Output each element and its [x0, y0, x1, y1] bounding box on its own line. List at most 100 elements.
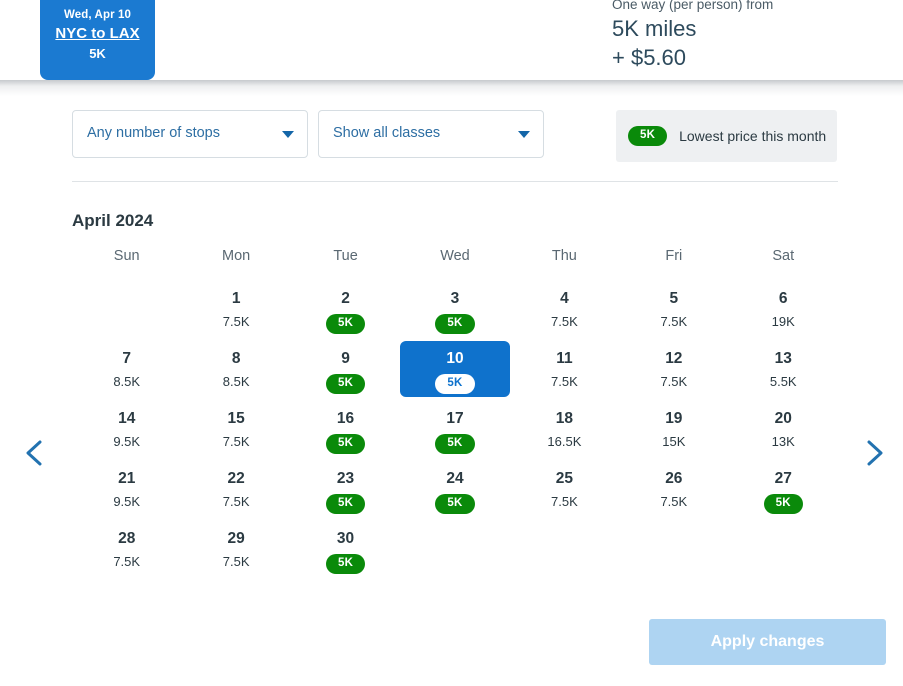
calendar-day-inner[interactable]: 27 5K [728, 461, 838, 517]
flight-leg-date: Wed, Apr 10 [64, 9, 131, 21]
calendar-week-row: 7 8.5K 8 8.5K 9 5K 10 5K 11 7.5K 12 7.5K 13 5.5K [72, 338, 838, 398]
calendar-day-cell[interactable]: 14 9.5K [72, 398, 181, 458]
calendar-day-inner[interactable]: 8 8.5K [181, 341, 291, 397]
calendar-day-cell[interactable]: 9 5K [291, 338, 400, 398]
calendar-day-cell[interactable]: 19 15K [619, 398, 728, 458]
calendar-day-cell[interactable]: 16 5K [291, 398, 400, 458]
calendar-day-cell[interactable]: 24 5K [400, 458, 509, 518]
calendar-day-cell[interactable]: 7 8.5K [72, 338, 181, 398]
calendar-day-inner[interactable]: 14 9.5K [72, 401, 182, 457]
calendar-day-inner [728, 521, 838, 577]
calendar-day-cell[interactable]: 29 7.5K [181, 518, 290, 578]
calendar-day-cell[interactable]: 8 8.5K [181, 338, 290, 398]
apply-changes-button[interactable]: Apply changes [649, 619, 886, 665]
calendar-day-number: 21 [118, 470, 136, 487]
calendar-day-cell[interactable]: 6 19K [729, 278, 838, 338]
calendar-day-inner[interactable]: 2 5K [291, 281, 401, 337]
calendar-day-cell[interactable]: 15 7.5K [181, 398, 290, 458]
calendar-day-price: 15K [662, 434, 686, 449]
calendar-weeks: 1 7.5K 2 5K 3 5K 4 7.5K 5 7.5K 6 19K 7 8.5K 8 8.5K 9 5K 10… [72, 278, 838, 578]
calendar-day-price: 19K [771, 314, 795, 329]
lowest-price-legend: 5K Lowest price this month [616, 110, 837, 162]
calendar-day-cell[interactable]: 5 7.5K [619, 278, 728, 338]
calendar-day-inner[interactable]: 23 5K [291, 461, 401, 517]
lowest-price-pill: 5K [325, 314, 366, 334]
lowest-price-pill: 5K [435, 434, 475, 454]
calendar-day-inner[interactable]: 21 9.5K [72, 461, 182, 517]
calendar-day-cell[interactable]: 28 7.5K [72, 518, 181, 578]
calendar-day-number: 16 [336, 410, 355, 427]
calendar-day-inner[interactable]: 3 5K [400, 281, 510, 337]
calendar-day-price: 7.5K [222, 434, 250, 449]
calendar-day-cell[interactable]: 12 7.5K [619, 338, 728, 398]
calendar-day-inner[interactable]: 24 5K [400, 461, 510, 517]
calendar-day-inner[interactable]: 19 15K [619, 401, 729, 457]
calendar-day-cell[interactable]: 25 7.5K [510, 458, 619, 518]
header-shadow [0, 80, 903, 96]
flight-leg-route-link[interactable]: NYC to LAX [55, 23, 139, 45]
calendar-day-cell[interactable]: 26 7.5K [619, 458, 728, 518]
calendar-day-cell[interactable]: 11 7.5K [510, 338, 619, 398]
calendar-day-cell[interactable]: 17 5K [400, 398, 509, 458]
prev-month-button[interactable] [14, 433, 54, 473]
calendar-day-inner[interactable]: 22 7.5K [181, 461, 291, 517]
calendar-day-inner[interactable]: 12 7.5K [619, 341, 729, 397]
calendar-day-inner[interactable]: 26 7.5K [619, 461, 729, 517]
calendar-day-inner [509, 521, 619, 577]
calendar-day-cell[interactable]: 1 7.5K [181, 278, 290, 338]
calendar-day-cell[interactable]: 10 5K [399, 338, 510, 398]
calendar-day-inner[interactable]: 18 16.5K [509, 401, 619, 457]
cabin-class-select[interactable]: Show all classes [318, 110, 544, 158]
calendar-day-cell[interactable]: 18 16.5K [510, 398, 619, 458]
calendar-day-empty [72, 278, 181, 338]
stops-select[interactable]: Any number of stops [72, 110, 308, 158]
calendar-day-cell[interactable]: 4 7.5K [510, 278, 619, 338]
calendar-day-empty [619, 518, 728, 578]
calendar-day-cell[interactable]: 22 7.5K [181, 458, 290, 518]
lowest-price-pill: 5K [325, 494, 366, 514]
calendar-day-inner[interactable]: 6 19K [728, 281, 838, 337]
calendar-day-inner[interactable]: 15 7.5K [181, 401, 291, 457]
calendar-day-inner[interactable]: 7 8.5K [72, 341, 182, 397]
calendar-weekday-fri: Fri [665, 248, 683, 264]
price-summary: One way (per person) from 5K miles + $5.… [612, 0, 773, 72]
calendar-day-cell[interactable]: 2 5K [291, 278, 400, 338]
calendar-day-inner[interactable]: 11 7.5K [509, 341, 619, 397]
calendar-day-inner[interactable]: 4 7.5K [509, 281, 619, 337]
legend-label: Lowest price this month [679, 128, 827, 144]
calendar-week-row: 14 9.5K 15 7.5K 16 5K 17 5K 18 16.5K 19 15K 20 13K [72, 398, 838, 458]
calendar-day-cell[interactable]: 3 5K [400, 278, 509, 338]
lowest-price-pill: 5K [435, 374, 475, 394]
calendar-day-cell[interactable]: 20 13K [729, 398, 838, 458]
calendar-day-inner[interactable]: 28 7.5K [72, 521, 182, 577]
calendar-day-cell[interactable]: 13 5.5K [729, 338, 838, 398]
calendar-day-price: 5K [291, 313, 401, 334]
chevron-down-icon [518, 131, 530, 138]
calendar-day-empty [729, 518, 838, 578]
flight-header-strip: Wed, Apr 10 NYC to LAX 5K One way (per p… [0, 0, 903, 80]
calendar-day-selected[interactable]: 10 5K [399, 341, 510, 397]
calendar-day-inner[interactable]: 30 5K [291, 521, 401, 577]
calendar-day-inner[interactable]: 20 13K [728, 401, 838, 457]
calendar-day-inner[interactable]: 13 5.5K [728, 341, 838, 397]
calendar-day-inner[interactable]: 5 7.5K [619, 281, 729, 337]
calendar-day-number: 1 [231, 290, 241, 307]
calendar-day-number: 8 [231, 350, 241, 367]
calendar-day-cell[interactable]: 23 5K [291, 458, 400, 518]
calendar-day-inner[interactable]: 9 5K [291, 341, 401, 397]
calendar-day-inner[interactable]: 16 5K [291, 401, 401, 457]
calendar-day-inner[interactable]: 25 7.5K [509, 461, 619, 517]
calendar-day-price: 13K [771, 434, 795, 449]
calendar-day-price: 7.5K [660, 494, 688, 509]
next-month-button[interactable] [855, 433, 895, 473]
calendar-day-inner[interactable]: 1 7.5K [181, 281, 291, 337]
calendar-day-price: 8.5K [222, 374, 250, 389]
calendar-day-cell[interactable]: 21 9.5K [72, 458, 181, 518]
flight-leg-tab[interactable]: Wed, Apr 10 NYC to LAX 5K [40, 0, 155, 80]
calendar-day-empty [400, 518, 509, 578]
calendar-day-cell[interactable]: 30 5K [291, 518, 400, 578]
calendar-day-price: 5.5K [769, 374, 797, 389]
calendar-day-inner[interactable]: 17 5K [400, 401, 510, 457]
calendar-day-inner[interactable]: 29 7.5K [181, 521, 291, 577]
calendar-day-cell[interactable]: 27 5K [729, 458, 838, 518]
